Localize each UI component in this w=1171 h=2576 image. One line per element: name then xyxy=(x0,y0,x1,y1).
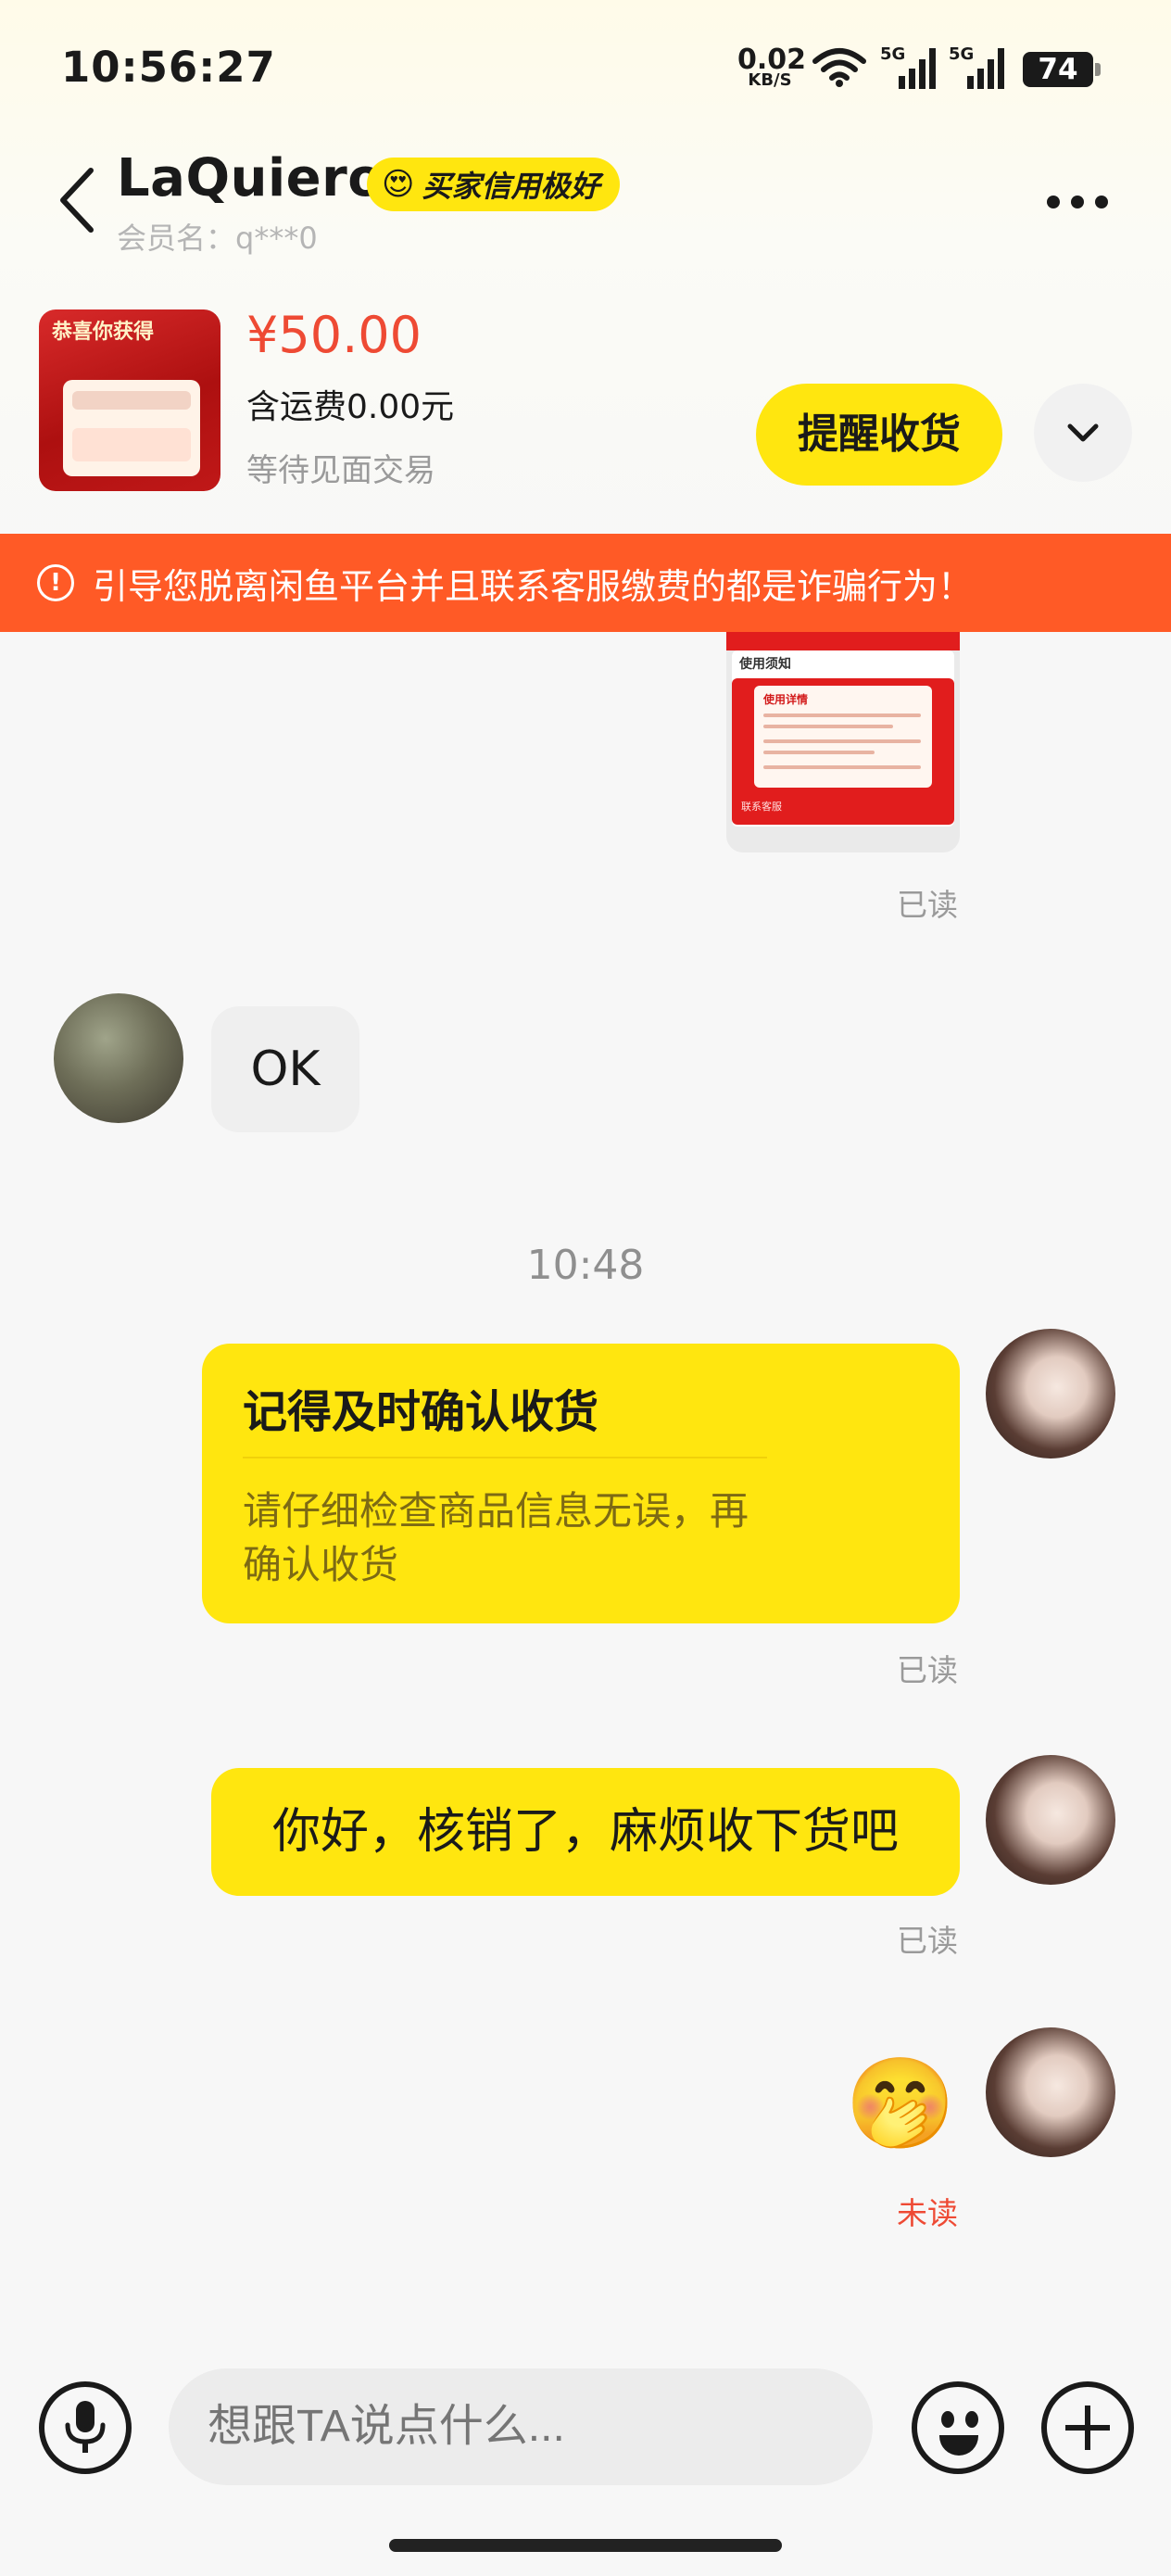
signal-5g-icon: 5G xyxy=(880,43,938,95)
image-card-heading: 使用详情 xyxy=(763,693,809,706)
plus-icon[interactable] xyxy=(1041,2381,1134,2474)
battery-icon: 74 xyxy=(1023,52,1101,87)
peer-message-text: OK xyxy=(250,1042,321,1097)
home-indicator[interactable] xyxy=(389,2539,782,2552)
emoji-message[interactable]: 🤭 xyxy=(845,2048,956,2159)
thumbnail-banner-text: 恭喜你获得 xyxy=(52,321,155,344)
more-icon[interactable] xyxy=(1047,183,1121,221)
card-title: 记得及时确认收货 xyxy=(243,1386,599,1438)
chevron-down-icon[interactable] xyxy=(1034,384,1132,482)
back-arrow-icon[interactable] xyxy=(54,163,102,237)
remind-receipt-button[interactable]: 提醒收货 xyxy=(756,384,1002,486)
product-thumbnail[interactable]: 恭喜你获得 xyxy=(39,309,220,491)
self-avatar[interactable] xyxy=(986,2027,1115,2157)
chat-screen: 10:56:27 0.02 KB/S 5G 5G 74 LaQuiero 会员名… xyxy=(0,0,1171,2576)
unread-status: 未读 xyxy=(897,2195,958,2231)
self-message-text: 你好，核销了，麻烦收下货吧 xyxy=(271,1804,899,1860)
emoji-icon[interactable] xyxy=(912,2381,1004,2474)
peer-avatar[interactable] xyxy=(54,993,183,1123)
status-bar: 10:56:27 0.02 KB/S 5G 5G 74 xyxy=(0,0,1171,139)
signal-5g-label-1: 5G xyxy=(880,44,905,64)
signal-5g-icon: 5G xyxy=(949,43,1006,95)
chat-title[interactable]: LaQuiero xyxy=(117,148,384,208)
microphone-icon[interactable] xyxy=(39,2381,132,2474)
peer-message-bubble[interactable]: OK xyxy=(211,1006,359,1132)
message-timestamp: 10:48 xyxy=(526,1242,645,1289)
status-time: 10:56:27 xyxy=(61,43,276,92)
product-price: ¥50.00 xyxy=(246,306,422,364)
warning-text: 引导您脱离闲鱼平台并且联系客服缴费的都是诈骗行为！ xyxy=(93,565,974,607)
self-avatar[interactable] xyxy=(986,1755,1115,1885)
signal-5g-label-2: 5G xyxy=(949,44,974,64)
image-footer: 联系客服 xyxy=(741,801,782,813)
fraud-warning-banner: ! 引导您脱离闲鱼平台并且联系客服缴费的都是诈骗行为！ xyxy=(0,534,1171,632)
self-avatar[interactable] xyxy=(986,1329,1115,1458)
shipping-info: 含运费0.00元 xyxy=(246,388,455,426)
member-name: 会员名：q***0 xyxy=(117,221,318,256)
read-status: 已读 xyxy=(897,1923,958,1959)
card-body: 请仔细检查商品信息无误，再确认收货 xyxy=(243,1488,749,1587)
heart-eyes-icon: 😍 xyxy=(382,166,415,203)
credit-badge[interactable]: 😍 买家信用极好 xyxy=(367,158,621,211)
trade-status: 等待见面交易 xyxy=(246,452,435,489)
read-status: 已读 xyxy=(897,1652,958,1688)
net-speed: 0.02 KB/S xyxy=(737,46,806,89)
image-message[interactable]: 使用须知 使用详情 联系客服 xyxy=(726,632,960,852)
alert-circle-icon: ! xyxy=(37,564,74,601)
image-panel-label: 使用须知 xyxy=(739,657,791,672)
confirm-receipt-card[interactable]: 记得及时确认收货 请仔细检查商品信息无误，再确认收货 xyxy=(202,1344,960,1623)
self-message-bubble[interactable]: 你好，核销了，麻烦收下货吧 xyxy=(211,1768,960,1896)
wifi-icon xyxy=(812,46,867,91)
credit-label: 买家信用极好 xyxy=(422,169,600,204)
read-status: 已读 xyxy=(897,887,958,923)
message-input[interactable] xyxy=(169,2368,873,2485)
